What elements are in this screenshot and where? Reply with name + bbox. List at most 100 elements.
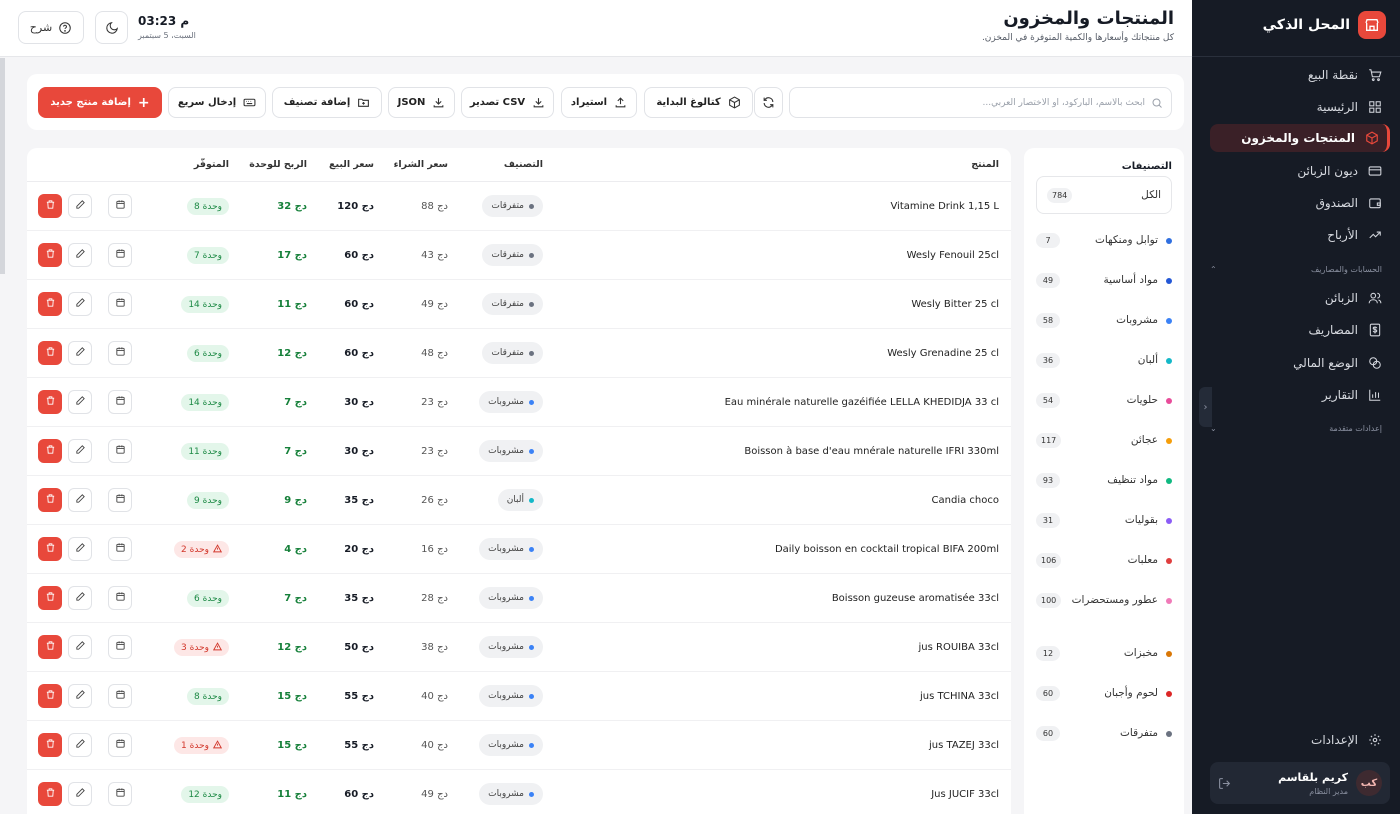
category-item[interactable]: مواد تنظيف 93	[1036, 472, 1172, 489]
calendar-button[interactable]	[108, 586, 132, 610]
table-row[interactable]: jus TAZEJ 33cl مشروبات 40 دج 55 دج 15 دج 1 وح…	[27, 721, 1011, 770]
category-item[interactable]: لحوم وأجبان 60	[1036, 685, 1172, 702]
category-item[interactable]: عطور ومستحضرات 100	[1036, 592, 1172, 609]
calendar-button[interactable]	[108, 243, 132, 267]
delete-button[interactable]	[38, 194, 62, 218]
section-accounts-header[interactable]: الحسابات والمصاريف ⌃	[1210, 265, 1382, 274]
delete-button[interactable]	[38, 733, 62, 757]
search-input[interactable]	[798, 97, 1145, 108]
col-category[interactable]: التصنيف	[504, 159, 543, 170]
add-category-button[interactable]: إضافة تصنيف	[272, 87, 382, 118]
sidebar-item-debts[interactable]: ديون الزبائن	[1210, 157, 1390, 185]
export-json-button[interactable]: JSON	[388, 87, 455, 118]
table-row[interactable]: Daily boisson en cocktail tropical BIFA …	[27, 525, 1011, 574]
table-row[interactable]: Wesly Fenouil 25cl متفرقات 43 دج 60 دج 17 دج…	[27, 231, 1011, 280]
delete-button[interactable]	[38, 684, 62, 708]
col-buy-price[interactable]: سعر الشراء	[394, 159, 448, 170]
category-item[interactable]: عجائن 117	[1036, 432, 1172, 449]
calendar-button[interactable]	[108, 635, 132, 659]
scrollbar[interactable]	[0, 58, 5, 274]
logout-icon[interactable]	[1218, 777, 1231, 790]
category-item[interactable]: توابل ومنكهات 7	[1036, 232, 1172, 249]
category-item[interactable]: متفرقات 60	[1036, 725, 1172, 742]
edit-button[interactable]	[68, 488, 92, 512]
table-row[interactable]: Boisson guzeuse aromatisée 33cl مشروبات 28…	[27, 574, 1011, 623]
starter-catalog-button[interactable]: كتالوغ البداية	[644, 87, 753, 118]
category-item[interactable]: مخبزات 12	[1036, 645, 1172, 662]
calendar-button[interactable]	[108, 733, 132, 757]
add-product-button[interactable]: + إضافة منتج جديد	[38, 87, 162, 118]
edit-button[interactable]	[68, 292, 92, 316]
brand[interactable]: المحل الذكي	[1263, 10, 1386, 40]
category-item[interactable]: مواد أساسية 49	[1036, 272, 1172, 289]
sidebar-item-home[interactable]: الرئيسية	[1210, 93, 1390, 121]
sidebar-item-settings[interactable]: الإعدادات	[1210, 726, 1390, 754]
sidebar-item-expenses[interactable]: المصاريف	[1210, 316, 1390, 344]
calendar-button[interactable]	[108, 439, 132, 463]
delete-button[interactable]	[38, 292, 62, 316]
theme-toggle-button[interactable]	[95, 11, 128, 44]
edit-button[interactable]	[68, 341, 92, 365]
sidebar-item-reports[interactable]: التقارير	[1210, 381, 1390, 409]
sidebar-item-pos[interactable]: نقطة البيع	[1210, 61, 1390, 89]
calendar-button[interactable]	[108, 488, 132, 512]
edit-button[interactable]	[68, 439, 92, 463]
delete-button[interactable]	[38, 635, 62, 659]
calendar-button[interactable]	[108, 292, 132, 316]
edit-button[interactable]	[68, 684, 92, 708]
calendar-button[interactable]	[108, 390, 132, 414]
category-item[interactable]: بقوليات 31	[1036, 512, 1172, 529]
delete-button[interactable]	[38, 243, 62, 267]
edit-button[interactable]	[68, 586, 92, 610]
import-button[interactable]: استيراد	[561, 87, 637, 118]
delete-button[interactable]	[38, 782, 62, 806]
table-row[interactable]: jus ROUIBA 33cl مشروبات 38 دج 50 دج 12 دج 3 و…	[27, 623, 1011, 672]
quick-entry-button[interactable]: إدخال سريع	[168, 87, 266, 118]
table-row[interactable]: Wesly Bitter 25 cl متفرقات 49 دج 60 دج 11 دج…	[27, 280, 1011, 329]
category-item[interactable]: مشروبات 58	[1036, 312, 1172, 329]
delete-button[interactable]	[38, 390, 62, 414]
sidebar-item-profits[interactable]: الأرباح	[1210, 221, 1390, 249]
category-item[interactable]: حلويات 54	[1036, 392, 1172, 409]
edit-button[interactable]	[68, 537, 92, 561]
calendar-button[interactable]	[108, 194, 132, 218]
table-row[interactable]: Jus JUCIF 33cl مشروبات 49 دج 60 دج 11 دج 12 و…	[27, 770, 1011, 814]
delete-button[interactable]	[38, 586, 62, 610]
sidebar-item-customers[interactable]: الزبائن	[1210, 284, 1390, 312]
table-row[interactable]: Vitamine Drink 1,15 L متفرقات 88 دج 120 دج 3…	[27, 182, 1011, 231]
sidebar-item-cashbox[interactable]: الصندوق	[1210, 189, 1390, 217]
col-product[interactable]: المنتج	[971, 159, 999, 170]
user-card[interactable]: كب كريم بلقاسم مدير النظام	[1210, 762, 1390, 804]
explain-button[interactable]: شرح	[18, 11, 84, 44]
delete-button[interactable]	[38, 341, 62, 365]
calendar-button[interactable]	[108, 537, 132, 561]
edit-button[interactable]	[68, 635, 92, 659]
delete-button[interactable]	[38, 537, 62, 561]
table-row[interactable]: Candia choco ألبان 26 دج 35 دج 9 دج 9 وحدة	[27, 476, 1011, 525]
edit-button[interactable]	[68, 733, 92, 757]
edit-button[interactable]	[68, 782, 92, 806]
edit-button[interactable]	[68, 194, 92, 218]
category-all[interactable]: الكل 784	[1036, 176, 1172, 214]
sidebar-item-financial[interactable]: الوضع المالي	[1210, 349, 1390, 377]
calendar-button[interactable]	[108, 684, 132, 708]
category-item[interactable]: ألبان 36	[1036, 352, 1172, 369]
table-row[interactable]: Eau minérale naturelle gazéifiée LELLA K…	[27, 378, 1011, 427]
calendar-button[interactable]	[108, 782, 132, 806]
delete-button[interactable]	[38, 439, 62, 463]
table-row[interactable]: Boisson à base d'eau mnérale naturelle I…	[27, 427, 1011, 476]
refresh-button[interactable]	[754, 87, 783, 118]
delete-button[interactable]	[38, 488, 62, 512]
category-item[interactable]: معلبات 106	[1036, 552, 1172, 569]
export-csv-button[interactable]: تصدير CSV	[461, 87, 554, 118]
edit-button[interactable]	[68, 243, 92, 267]
col-stock[interactable]: المتوفّر	[194, 159, 229, 170]
calendar-button[interactable]	[108, 341, 132, 365]
col-sell-price[interactable]: سعر البيع	[329, 159, 374, 170]
sidebar-item-products[interactable]: المنتجات والمخزون	[1210, 124, 1390, 152]
edit-button[interactable]	[68, 390, 92, 414]
col-profit[interactable]: الربح للوحدة	[249, 159, 307, 170]
table-row[interactable]: Wesly Grenadine 25 cl متفرقات 48 دج 60 دج 12…	[27, 329, 1011, 378]
sidebar-collapse-handle[interactable]: ›	[1199, 387, 1212, 427]
section-advanced-header[interactable]: إعدادات متقدمة ⌄	[1210, 424, 1382, 433]
